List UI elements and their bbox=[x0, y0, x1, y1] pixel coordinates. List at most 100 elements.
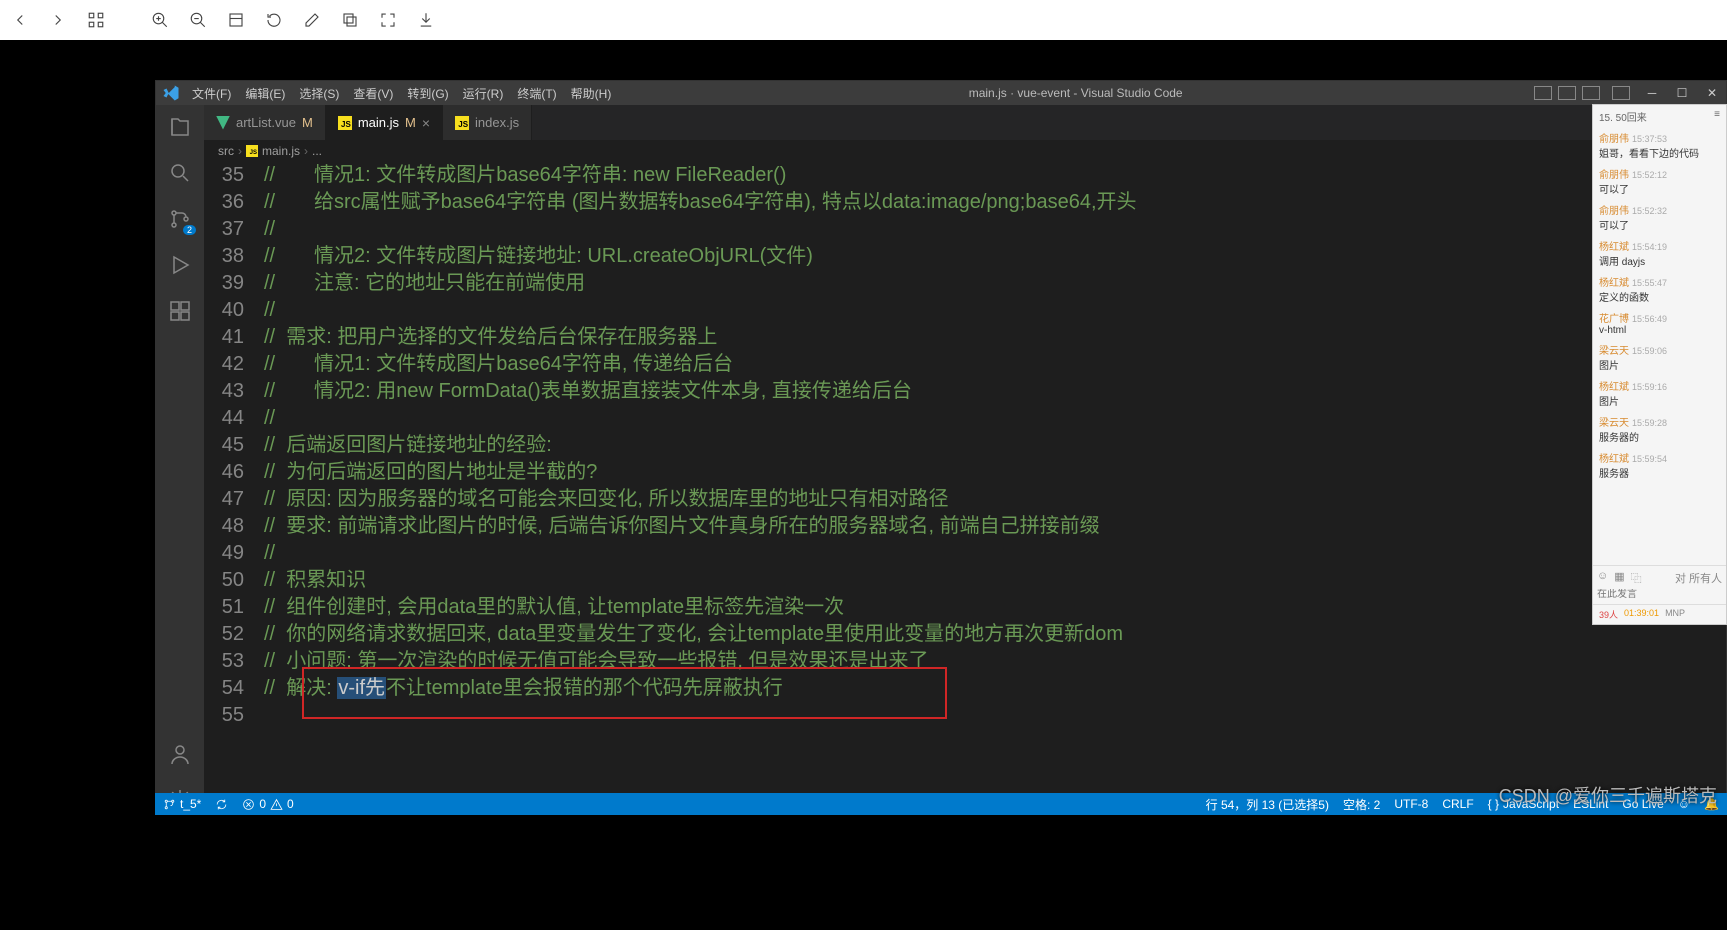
attach-icon[interactable]: ⿻ bbox=[1631, 570, 1642, 586]
chat-sender: 杨红斌 bbox=[1599, 242, 1629, 253]
code-line[interactable]: 41// 需求: 把用户选择的文件发给后台保存在服务器上 bbox=[204, 324, 1726, 351]
line-number: 39 bbox=[204, 270, 264, 297]
chat-sender: 杨红斌 bbox=[1599, 382, 1629, 393]
chat-text: 可以了 bbox=[1599, 181, 1720, 196]
source-control-icon[interactable]: 2 bbox=[166, 205, 194, 233]
layout-right-icon[interactable] bbox=[1582, 86, 1600, 100]
code-line[interactable]: 40// bbox=[204, 297, 1726, 324]
code-line[interactable]: 44// bbox=[204, 405, 1726, 432]
problems[interactable]: 0 0 bbox=[242, 797, 293, 811]
chat-messages[interactable]: 俞朋伟15:37:53姐哥，看看下边的代码俞朋伟15:52:12可以了俞朋伟15… bbox=[1593, 128, 1726, 565]
tab-label: index.js bbox=[475, 115, 519, 130]
run-debug-icon[interactable] bbox=[166, 251, 194, 279]
code-editor[interactable]: 35// 情况1: 文件转成图片base64字符串: new FileReade… bbox=[204, 162, 1726, 814]
code-line[interactable]: 38// 情况2: 文件转成图片链接地址: URL.createObjURL(文… bbox=[204, 243, 1726, 270]
send-target[interactable]: 对 所有人 bbox=[1675, 570, 1722, 586]
account-icon[interactable] bbox=[166, 740, 194, 768]
code-line[interactable]: 46// 为何后端返回的图片地址是半截的? bbox=[204, 459, 1726, 486]
image-icon[interactable]: ▦ bbox=[1614, 570, 1624, 586]
menu-go[interactable]: 转到(G) bbox=[401, 83, 454, 104]
image-viewer-toolbar bbox=[0, 0, 1727, 40]
code-line[interactable]: 53// 小问题: 第一次渲染的时候无值可能会导致一些报错, 但是效果还是出来了 bbox=[204, 648, 1726, 675]
edit-icon[interactable] bbox=[302, 10, 322, 30]
grid-icon[interactable] bbox=[86, 10, 106, 30]
menu-view[interactable]: 查看(V) bbox=[347, 83, 399, 104]
line-number: 44 bbox=[204, 405, 264, 432]
explorer-icon[interactable] bbox=[166, 113, 194, 141]
line-number: 45 bbox=[204, 432, 264, 459]
code-line[interactable]: 37// bbox=[204, 216, 1726, 243]
copy-icon[interactable] bbox=[340, 10, 360, 30]
menu-edit[interactable]: 编辑(E) bbox=[239, 83, 291, 104]
rotate-icon[interactable] bbox=[264, 10, 284, 30]
window-title: main.js · vue-event - Visual Studio Code bbox=[617, 86, 1534, 100]
tab-main-js[interactable]: JS main.js M × bbox=[326, 105, 443, 140]
chat-timestamp: 15:56:49 bbox=[1632, 314, 1667, 324]
zoom-in-icon[interactable] bbox=[150, 10, 170, 30]
search-icon[interactable] bbox=[166, 159, 194, 187]
chat-header: 15. 50回来 ≡ bbox=[1593, 105, 1726, 128]
chat-message: 俞朋伟15:52:12可以了 bbox=[1599, 166, 1720, 196]
git-branch[interactable]: t_5* bbox=[163, 797, 201, 811]
indentation[interactable]: 空格: 2 bbox=[1343, 796, 1380, 813]
breadcrumb-item[interactable]: main.js bbox=[262, 144, 300, 158]
layout-full-icon[interactable] bbox=[1612, 86, 1630, 100]
menu-selection[interactable]: 选择(S) bbox=[293, 83, 345, 104]
fit-icon[interactable] bbox=[226, 10, 246, 30]
menu-terminal[interactable]: 终端(T) bbox=[511, 83, 562, 104]
tab-label: artList.vue bbox=[236, 115, 296, 130]
line-number: 35 bbox=[204, 162, 264, 189]
cursor-position[interactable]: 行 54，列 13 (已选择5) bbox=[1206, 796, 1329, 813]
eol[interactable]: CRLF bbox=[1442, 796, 1473, 813]
code-line[interactable]: 55 bbox=[204, 702, 1726, 729]
code-line[interactable]: 50// 积累知识 bbox=[204, 567, 1726, 594]
close-icon[interactable]: ✕ bbox=[1698, 82, 1726, 104]
chat-timestamp: 15:55:47 bbox=[1632, 278, 1667, 288]
line-number: 49 bbox=[204, 540, 264, 567]
breadcrumb-item[interactable]: ... bbox=[312, 144, 322, 158]
line-number: 43 bbox=[204, 378, 264, 405]
activity-bar: 2 bbox=[156, 105, 204, 814]
code-line[interactable]: 49// bbox=[204, 540, 1726, 567]
download-icon[interactable] bbox=[416, 10, 436, 30]
tab-artlist[interactable]: artList.vue M bbox=[204, 105, 326, 140]
code-content: // bbox=[264, 297, 1726, 324]
code-line[interactable]: 39// 注意: 它的地址只能在前端使用 bbox=[204, 270, 1726, 297]
maximize-icon[interactable]: ☐ bbox=[1668, 82, 1696, 104]
code-line[interactable]: 45// 后端返回图片链接地址的经验: bbox=[204, 432, 1726, 459]
layout-bottom-icon[interactable] bbox=[1558, 86, 1576, 100]
code-line[interactable]: 42// 情况1: 文件转成图片base64字符串, 传递给后台 bbox=[204, 351, 1726, 378]
menu-file[interactable]: 文件(F) bbox=[186, 83, 237, 104]
code-line[interactable]: 54// 解决: v-if先不让template里会报错的那个代码先屏蔽执行 bbox=[204, 675, 1726, 702]
code-content: // bbox=[264, 540, 1726, 567]
menu-run[interactable]: 运行(R) bbox=[457, 83, 510, 104]
emoji-icon[interactable]: ☺ bbox=[1597, 570, 1608, 586]
minimize-icon[interactable]: ─ bbox=[1638, 82, 1666, 104]
line-number: 55 bbox=[204, 702, 264, 729]
extensions-icon[interactable] bbox=[166, 297, 194, 325]
code-line[interactable]: 51// 组件创建时, 会用data里的默认值, 让template里标签先渲染… bbox=[204, 594, 1726, 621]
line-number: 51 bbox=[204, 594, 264, 621]
menu-help[interactable]: 帮助(H) bbox=[565, 83, 618, 104]
sync-icon[interactable] bbox=[215, 798, 228, 811]
back-icon[interactable] bbox=[10, 10, 30, 30]
zoom-out-icon[interactable] bbox=[188, 10, 208, 30]
layout-left-icon[interactable] bbox=[1534, 86, 1552, 100]
code-line[interactable]: 43// 情况2: 用new FormData()表单数据直接装文件本身, 直接… bbox=[204, 378, 1726, 405]
close-tab-icon[interactable]: × bbox=[422, 115, 430, 131]
menu-icon[interactable]: ≡ bbox=[1714, 109, 1720, 124]
chat-text: 姐哥，看看下边的代码 bbox=[1599, 145, 1720, 160]
fullscreen-icon[interactable] bbox=[378, 10, 398, 30]
code-line[interactable]: 35// 情况1: 文件转成图片base64字符串: new FileReade… bbox=[204, 162, 1726, 189]
tab-index-js[interactable]: JS index.js bbox=[443, 105, 532, 140]
code-content: // 情况1: 文件转成图片base64字符串, 传递给后台 bbox=[264, 351, 1726, 378]
code-line[interactable]: 48// 要求: 前端请求此图片的时候, 后端告诉你图片文件真身所在的服务器域名… bbox=[204, 513, 1726, 540]
breadcrumb[interactable]: src › JS main.js › ... bbox=[204, 140, 1726, 162]
code-line[interactable]: 47// 原因: 因为服务器的域名可能会来回变化, 所以数据库里的地址只有相对路… bbox=[204, 486, 1726, 513]
code-line[interactable]: 36// 给src属性赋予base64字符串 (图片数据转base64字符串),… bbox=[204, 189, 1726, 216]
forward-icon[interactable] bbox=[48, 10, 68, 30]
breadcrumb-item[interactable]: src bbox=[218, 144, 234, 158]
code-line[interactable]: 52// 你的网络请求数据回来, data里变量发生了变化, 会让templat… bbox=[204, 621, 1726, 648]
encoding[interactable]: UTF-8 bbox=[1394, 796, 1428, 813]
chat-input[interactable] bbox=[1597, 589, 1722, 600]
